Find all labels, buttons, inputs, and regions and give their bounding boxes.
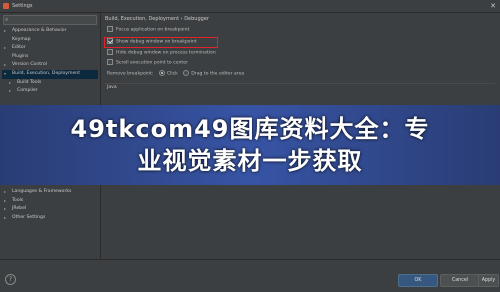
sidebar-item-other-settings[interactable]: ▸ Other Settings [2, 214, 98, 223]
expand-arrow-icon[interactable]: ▸ [4, 27, 6, 36]
sidebar-item-label: JRebel [12, 206, 27, 212]
remove-breakpoint-row: Remove breakpoint: Click Drag to the edi… [107, 70, 244, 77]
sidebar-item-label: Build Tools [17, 79, 42, 85]
sidebar-item-keymap[interactable]: Keymap [2, 36, 98, 45]
sidebar-item-label: Languages & Frameworks [12, 189, 72, 194]
checkbox-box[interactable] [107, 26, 113, 32]
help-icon[interactable]: ? [5, 274, 16, 285]
ok-button[interactable]: OK [398, 274, 438, 287]
dialog-footer: ? OK Cancel Apply [0, 259, 500, 292]
expand-arrow-icon[interactable]: ▸ [9, 87, 11, 96]
window-title: Settings [12, 3, 33, 9]
radio-drag[interactable] [183, 70, 190, 76]
sidebar-item-compiler[interactable]: ▸ Compiler [2, 87, 98, 96]
sidebar-item-label: Build, Execution, Deployment [12, 70, 81, 76]
divider [105, 83, 495, 84]
sidebar-item-label: Editor [12, 45, 26, 51]
sidebar-item-build-tools[interactable]: ▸ Build Tools [2, 79, 98, 88]
apply-button[interactable]: Apply [478, 274, 499, 287]
sidebar-item-label: Compiler [17, 88, 38, 94]
focus-app-checkbox[interactable]: Focus application on breakpoint [107, 26, 189, 33]
settings-tree: ▸ Appearance & Behavior Keymap ▸ Editor … [2, 27, 98, 96]
remove-breakpoint-label: Remove breakpoint: [107, 71, 154, 77]
sidebar-item-label: Other Settings [12, 214, 46, 220]
expand-arrow-icon[interactable]: ▸ [4, 188, 6, 197]
close-icon[interactable]: ✕ [490, 2, 496, 10]
expand-arrow-icon[interactable]: ▸ [4, 197, 6, 206]
sidebar-item-label: Version Control [12, 62, 47, 68]
sidebar-item-label: Appearance & Behavior [12, 28, 67, 33]
expand-arrow-icon[interactable]: ▸ [9, 79, 11, 88]
sidebar-item-appearance[interactable]: ▸ Appearance & Behavior [2, 27, 98, 36]
title-bar: Settings ✕ [0, 0, 500, 13]
sidebar-item-build-execution-deployment[interactable]: ▾ Build, Execution, Deployment [2, 69, 98, 79]
overlay-banner: 49tkcom49图库资料大全：专 业视觉素材一步获取 [0, 105, 500, 185]
radio-click-label: Click [166, 71, 178, 77]
breadcrumb: Build, Execution, Deployment › Debugger [105, 16, 209, 22]
show-debug-window-checkbox[interactable]: Show debug window on breakpoint [107, 38, 197, 45]
sidebar-item-label: Tools [12, 197, 24, 203]
scroll-execution-checkbox[interactable]: Scroll execution point to center [107, 59, 188, 66]
section-java: Java [107, 85, 117, 90]
sidebar-item-languages-frameworks[interactable]: ▸ Languages & Frameworks [2, 188, 98, 197]
checkbox-label: Scroll execution point to center [116, 60, 188, 66]
banner-line-1: 49tkcom49图库资料大全：专 [70, 115, 430, 143]
checkbox-label: Focus application on breakpoint [116, 27, 190, 33]
checkbox-label: Hide debug window on process termination [116, 50, 216, 56]
search-icon: ⌕ [5, 16, 9, 23]
sidebar-item-label: Plugins [12, 53, 29, 59]
checkbox-label: Show debug window on breakpoint [116, 39, 197, 45]
expand-arrow-icon[interactable]: ▸ [4, 214, 6, 223]
search-input[interactable]: ⌕ [3, 15, 97, 25]
sidebar-item-plugins[interactable]: Plugins [2, 53, 98, 62]
radio-drag-label: Drag to the editor area [191, 71, 245, 77]
banner-line-2: 业视觉素材一步获取 [137, 147, 363, 175]
collapse-arrow-icon[interactable]: ▾ [4, 70, 6, 79]
sidebar-item-tools[interactable]: ▸ Tools [2, 197, 98, 206]
expand-arrow-icon[interactable]: ▸ [4, 61, 6, 70]
checkbox-box[interactable] [107, 38, 113, 44]
radio-click[interactable] [158, 70, 165, 76]
expand-arrow-icon[interactable]: ▸ [4, 205, 6, 214]
sidebar-item-label: Keymap [12, 36, 31, 42]
sidebar-item-jrebel[interactable]: ▸ JRebel [2, 205, 98, 214]
settings-tree-lower: ▸ Languages & Frameworks ▸ Tools ▸ JRebe… [2, 188, 98, 222]
sidebar-item-version-control[interactable]: ▸ Version Control [2, 61, 98, 70]
sidebar-item-editor[interactable]: ▸ Editor [2, 44, 98, 53]
hide-debug-window-checkbox[interactable]: Hide debug window on process termination [107, 49, 216, 56]
checkbox-box[interactable] [107, 49, 113, 55]
cancel-button[interactable]: Cancel [440, 274, 480, 287]
checkbox-box[interactable] [107, 59, 113, 65]
app-icon [3, 3, 9, 9]
expand-arrow-icon[interactable]: ▸ [4, 44, 6, 53]
